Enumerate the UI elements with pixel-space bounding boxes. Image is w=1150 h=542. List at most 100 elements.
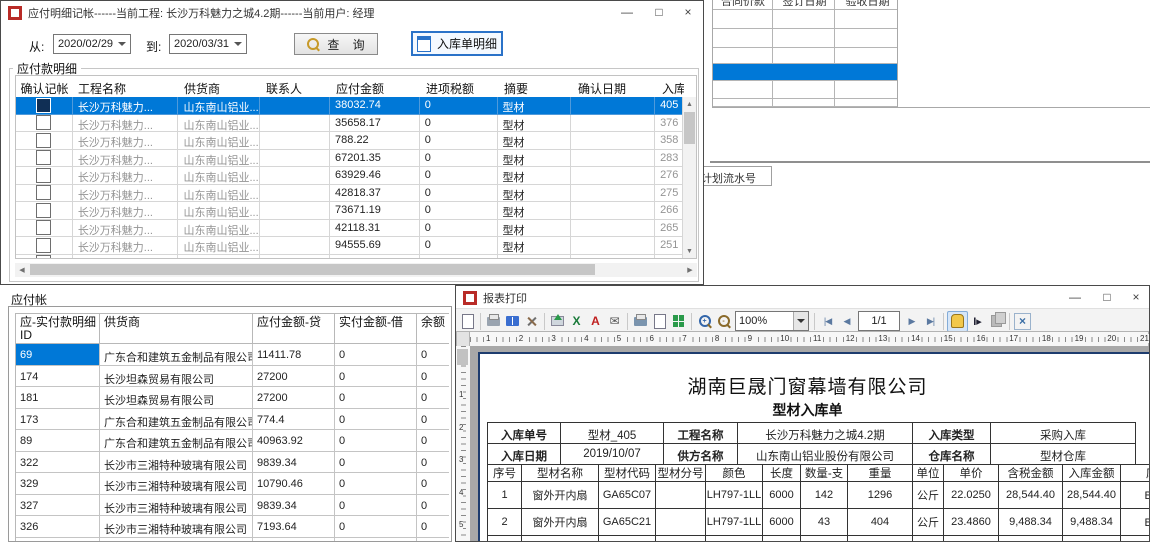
chevron-down-icon[interactable]: [114, 35, 130, 53]
print-icon[interactable]: [484, 312, 503, 331]
scroll-right-icon[interactable]: ▶: [683, 263, 697, 276]
scrollbar-thumb[interactable]: [30, 264, 595, 275]
payables-row[interactable]: 326长沙市三湘特种玻璃有限公司7193.6400: [16, 516, 449, 538]
minimize-button[interactable]: —: [611, 2, 643, 23]
text-select-icon[interactable]: I▸: [968, 312, 987, 331]
payables-row[interactable]: 327长沙市三湘特种玻璃有限公司9839.3400: [16, 495, 449, 517]
scrollbar-thumb[interactable]: [684, 112, 695, 144]
payable-detail-row[interactable]: 长沙万科魅力...山东南山铝业...35658.170型材376: [16, 115, 682, 133]
print-setup-icon[interactable]: [631, 312, 650, 331]
confirm-checkbox[interactable]: [36, 203, 51, 218]
maximize-button[interactable]: □: [1091, 287, 1123, 308]
cell-contact: [260, 150, 330, 168]
print-preview-area[interactable]: 湖南巨晟门窗幕墙有限公司 型材入库单 入库单号型材_405工程名称长沙万科魅力之…: [470, 346, 1149, 541]
export-icon[interactable]: [548, 312, 567, 331]
column-header-confirm: 确认记帐: [16, 76, 73, 97]
ruler-number: 5: [616, 334, 622, 343]
hand-tool-icon[interactable]: [947, 311, 968, 332]
payables-row[interactable]: 173广东合和建筑五金制品有限公司774.400: [16, 409, 449, 431]
ruler-number: 4: [583, 334, 589, 343]
payables-row[interactable]: 长沙市三湘特种玻璃有限公司: [16, 538, 449, 542]
zoom-in-icon[interactable]: +: [695, 312, 714, 331]
inbound-detail-button[interactable]: 入库单明细: [411, 31, 503, 56]
item-cell: 9,488.34: [999, 509, 1063, 536]
pdf-export-icon[interactable]: A: [586, 312, 605, 331]
cell-id: 329: [16, 473, 100, 495]
horizontal-scrollbar[interactable]: ◀ ▶: [15, 263, 697, 277]
payables-row[interactable]: 181长沙坦森贸易有限公司2720000: [16, 387, 449, 409]
confirm-checkbox[interactable]: [36, 150, 51, 165]
chevron-down-icon[interactable]: [793, 312, 808, 330]
ruler-number: 1: [459, 390, 463, 399]
query-button[interactable]: 查 询: [294, 33, 378, 55]
payables-row[interactable]: 174长沙坦森贸易有限公司2720000: [16, 366, 449, 388]
single-page-icon[interactable]: [650, 312, 669, 331]
last-page-icon[interactable]: ▶|: [921, 312, 940, 331]
scroll-down-icon[interactable]: ▼: [683, 244, 696, 258]
maximize-button[interactable]: □: [643, 2, 675, 23]
cell-id: 173: [16, 409, 100, 431]
info-label: 入库类型: [913, 423, 991, 444]
payable-detail-row[interactable]: 长沙万科魅力...山东南山铝业...67201.350型材283: [16, 150, 682, 168]
minimize-button[interactable]: —: [1059, 287, 1091, 308]
payable-detail-row[interactable]: 长沙万科魅力...山东南山铝业...42818.370型材275: [16, 185, 682, 203]
cell-supplier: 山东南山铝业...: [178, 150, 260, 168]
multi-page-icon[interactable]: [669, 312, 688, 331]
close-button[interactable]: ×: [675, 2, 701, 23]
book-icon[interactable]: [503, 312, 522, 331]
payable-detail-row[interactable]: 长沙万科魅力...山东南山铝业...73671.190型材266: [16, 202, 682, 220]
cell-project: 长沙万科魅力...: [73, 97, 179, 115]
ruler-number: 21: [1139, 334, 1150, 343]
zoom-out-icon[interactable]: -: [714, 312, 733, 331]
payables-row[interactable]: 322长沙市三湘特种玻璃有限公司9839.3400: [16, 452, 449, 474]
confirm-checkbox[interactable]: [36, 255, 51, 258]
scroll-up-icon[interactable]: ▲: [683, 97, 696, 111]
cell-debit: 7193.64: [253, 516, 335, 538]
payable-detail-row[interactable]: 长沙万科魅力...山东南山铝业...3895.840型材250: [16, 255, 682, 259]
to-date-select[interactable]: 2020/03/31: [169, 34, 247, 54]
copy-pages-icon[interactable]: [987, 312, 1006, 331]
payable-detail-row[interactable]: 长沙万科魅力...山东南山铝业...63929.460型材276: [16, 167, 682, 185]
confirm-checkbox[interactable]: [36, 238, 51, 253]
confirm-checkbox[interactable]: [36, 168, 51, 183]
first-page-icon[interactable]: |◀: [818, 312, 837, 331]
confirm-checkbox[interactable]: [36, 98, 51, 113]
excel-export-icon[interactable]: X: [567, 312, 586, 331]
cell-inbound: 276: [655, 167, 682, 185]
page-number-input[interactable]: 1/1: [858, 311, 900, 331]
from-date-select[interactable]: 2020/02/29: [53, 34, 131, 54]
close-button[interactable]: ×: [1123, 287, 1149, 308]
confirm-checkbox[interactable]: [36, 220, 51, 235]
ruler-number: 4: [459, 488, 463, 497]
zoom-select[interactable]: 100%: [735, 311, 809, 331]
payables-row[interactable]: 89广东合和建筑五金制品有限公司40963.9200: [16, 430, 449, 452]
cell-contact: [260, 255, 330, 259]
item-cell: 9,488.34: [1063, 509, 1121, 536]
payable-detail-row[interactable]: 长沙万科魅力...山东南山铝业...788.220型材358: [16, 132, 682, 150]
item-cell: 窗外开内扇: [522, 509, 599, 536]
mail-icon[interactable]: ✉: [605, 312, 624, 331]
payables-row[interactable]: 69广东合和建筑五金制品有限公司11411.7800: [16, 344, 449, 366]
background-grid-cell: [835, 81, 897, 98]
cell-supplier: 广东合和建筑五金制品有限公司: [100, 430, 253, 452]
scroll-left-icon[interactable]: ◀: [15, 263, 29, 276]
page-layout-icon[interactable]: [458, 312, 477, 331]
cell-contact: [260, 132, 330, 150]
prev-page-icon[interactable]: ◀: [837, 312, 856, 331]
scrollbar-thumb[interactable]: [457, 349, 468, 365]
tools-icon[interactable]: [522, 312, 541, 331]
payable-detail-row[interactable]: 长沙万科魅力...山东南山铝业...38032.740型材405: [16, 97, 682, 115]
payables-row[interactable]: 329长沙市三湘特种玻璃有限公司10790.4600: [16, 473, 449, 495]
payable-detail-row[interactable]: 长沙万科魅力...山东南山铝业...94555.690型材251: [16, 237, 682, 255]
chevron-down-icon[interactable]: [230, 35, 246, 53]
vertical-scrollbar[interactable]: ▲ ▼: [682, 97, 696, 258]
confirm-checkbox[interactable]: [36, 133, 51, 148]
close-preview-icon[interactable]: ×: [1013, 312, 1032, 331]
confirm-checkbox[interactable]: [36, 185, 51, 200]
item-cell: GA65C21: [599, 509, 656, 536]
column-header-amount: 应付金额: [331, 76, 421, 97]
cell-inbound: 376: [655, 115, 682, 133]
payable-detail-row[interactable]: 长沙万科魅力...山东南山铝业...42118.310型材265: [16, 220, 682, 238]
next-page-icon[interactable]: ▶: [902, 312, 921, 331]
confirm-checkbox[interactable]: [36, 115, 51, 130]
